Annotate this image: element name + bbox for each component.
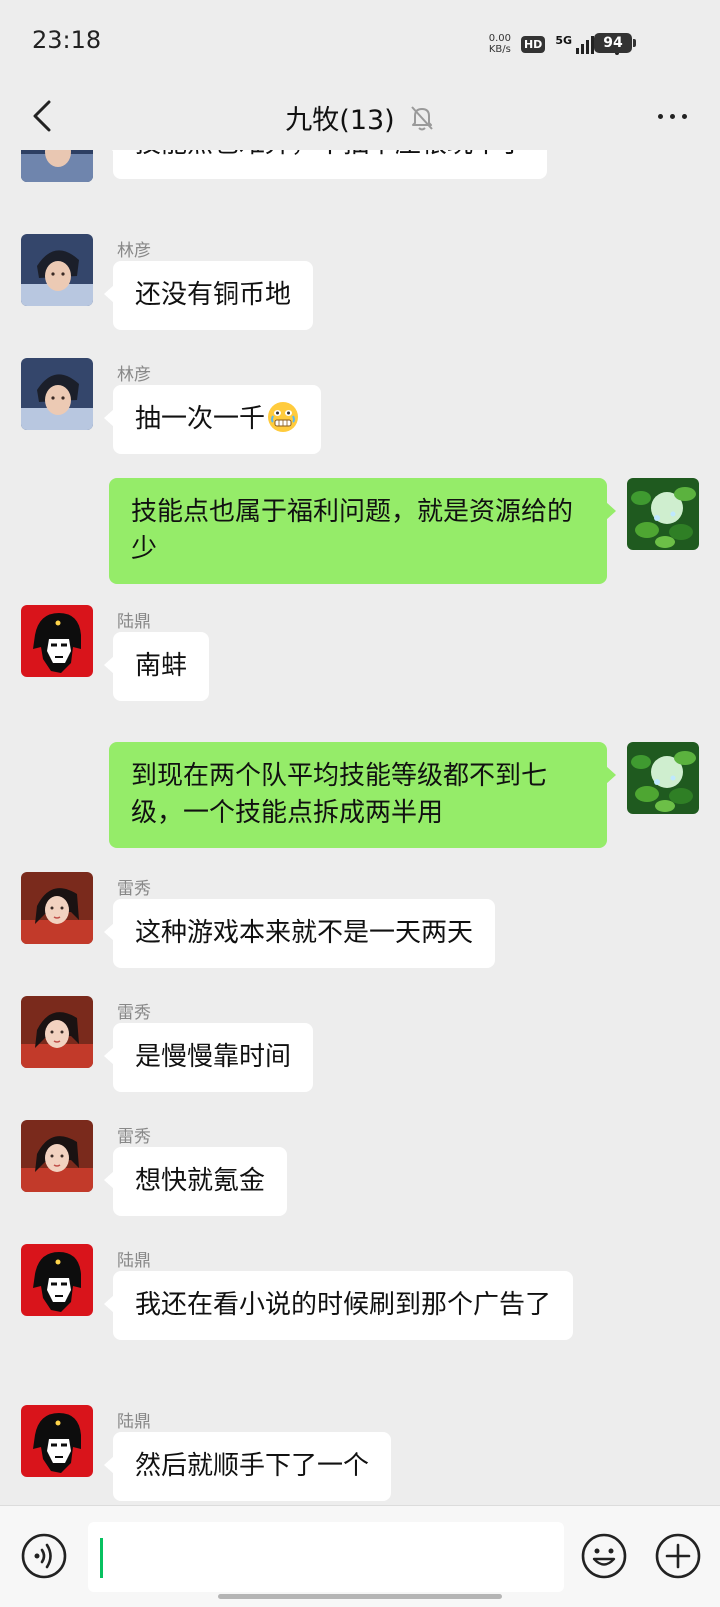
sender-name: 雷秀 [117,879,151,899]
sender-name: 林彦 [117,365,151,385]
status-time: 23:18 [32,26,102,54]
message-bubble[interactable]: 我还在看小说的时候刷到那个广告了 [103,1271,574,1340]
more-options-button[interactable] [650,98,694,134]
message-bubble[interactable]: 技能点也属于福利问题，就是资源给的少 [109,478,616,584]
grimace-tears-emoji-icon [268,402,299,432]
anime-boy-avatar-icon [21,358,93,430]
emoji-button[interactable] [580,1532,628,1580]
chat-title-group: 九牧(13) [0,98,720,137]
message-bubble[interactable]: 抽一次一千 [103,385,322,454]
plus-circle-icon [655,1533,701,1579]
sender-name: 雷秀 [117,1003,151,1023]
status-bar: 23:18 0.00 KB/s HD 5G 94 [0,0,720,84]
red-robe-avatar-icon [21,872,93,944]
sender-avatar[interactable] [21,358,93,430]
che-portrait-avatar-icon [21,1405,93,1477]
mute-bell-icon [410,105,433,130]
sender-avatar[interactable] [21,234,93,306]
voice-input-button[interactable] [20,1532,68,1580]
red-robe-avatar-icon [21,1120,93,1192]
battery-icon: 94 [594,33,636,53]
voice-icon [21,1533,67,1579]
smiley-icon [581,1533,627,1579]
message-bubble[interactable]: 南蚌 [103,632,210,701]
message-list[interactable]: 技能点也难弄，不抽卡压根玩不了 林彦 还没有铜币地 [0,150,720,1505]
green-leaves-avatar-icon [627,478,699,550]
sender-name: 陆鼎 [117,1412,151,1432]
che-portrait-avatar-icon [21,1244,93,1316]
dot-icon [681,113,687,119]
sender-avatar[interactable] [21,1405,93,1477]
dot-icon [669,113,675,119]
anime-boy-avatar-icon [21,234,93,306]
chat-title: 九牧(13) [285,105,395,136]
message-bubble[interactable]: 想快就氪金 [103,1147,288,1216]
text-cursor [100,1538,103,1578]
sender-avatar[interactable] [21,1244,93,1316]
my-avatar[interactable] [627,742,699,814]
sender-avatar[interactable] [21,996,93,1068]
signal-icon: 5G [555,34,594,54]
message-bubble[interactable]: 这种游戏本来就不是一天两天 [103,899,496,968]
message-bubble[interactable]: 然后就顺手下了一个 [103,1432,392,1501]
chat-header: 九牧(13) [0,84,720,150]
message-bubble[interactable]: 到现在两个队平均技能等级都不到七级，一个技能点拆成两半用 [109,742,616,848]
home-indicator[interactable] [218,1594,502,1599]
message-bubble[interactable]: 还没有铜币地 [103,261,314,330]
sender-name: 陆鼎 [117,612,151,632]
anime-boy-avatar-icon [21,150,93,182]
network-speed: 0.00 KB/s [488,33,511,55]
green-leaves-avatar-icon [627,742,699,814]
sender-name: 陆鼎 [117,1251,151,1271]
sender-avatar[interactable] [21,872,93,944]
my-avatar[interactable] [627,478,699,550]
more-actions-button[interactable] [654,1532,702,1580]
composer-bar [0,1505,720,1607]
sender-avatar[interactable] [21,150,93,182]
message-bubble[interactable]: 是慢慢靠时间 [103,1023,314,1092]
sender-name: 雷秀 [117,1127,151,1147]
hd-icon: HD [520,35,546,53]
message-bubble[interactable]: 技能点也难弄，不抽卡压根玩不了 [103,150,548,179]
red-robe-avatar-icon [21,996,93,1068]
sender-name: 林彦 [117,241,151,261]
sender-avatar[interactable] [21,605,93,677]
dot-icon [657,113,663,119]
message-input[interactable] [88,1522,564,1592]
sender-avatar[interactable] [21,1120,93,1192]
che-portrait-avatar-icon [21,605,93,677]
